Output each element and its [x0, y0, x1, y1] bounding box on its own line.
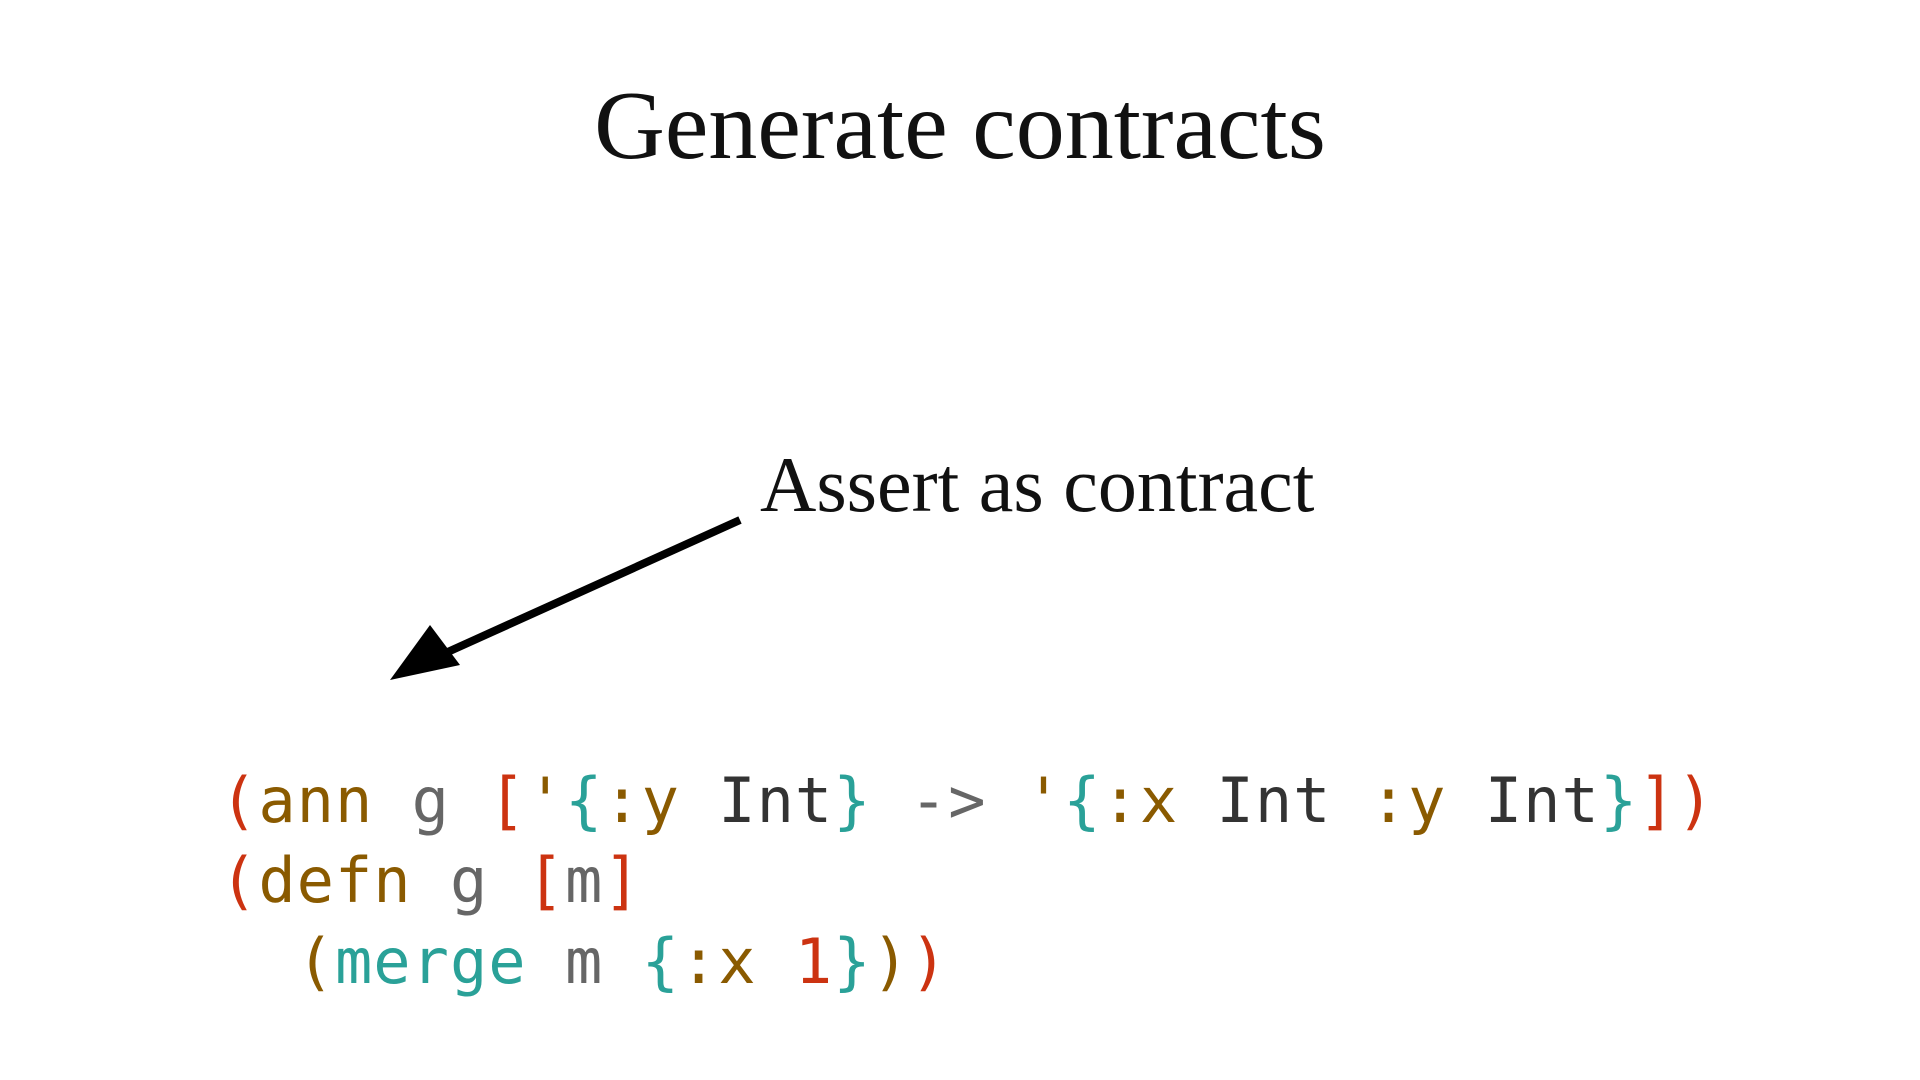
annotation-label: Assert as contract	[760, 440, 1314, 530]
slide-title: Generate contracts	[0, 70, 1920, 182]
code-line-2: (defn g [m]	[220, 844, 642, 917]
slide: Generate contracts Assert as contract (a…	[0, 0, 1920, 1080]
code-block: (ann g ['{:y Int} -> '{:x Int :y Int}]) …	[220, 680, 1715, 1002]
arrow-icon	[370, 500, 770, 700]
code-line-3: (merge m {:x 1}))	[220, 925, 948, 998]
code-line-1: (ann g ['{:y Int} -> '{:x Int :y Int}])	[220, 764, 1715, 837]
